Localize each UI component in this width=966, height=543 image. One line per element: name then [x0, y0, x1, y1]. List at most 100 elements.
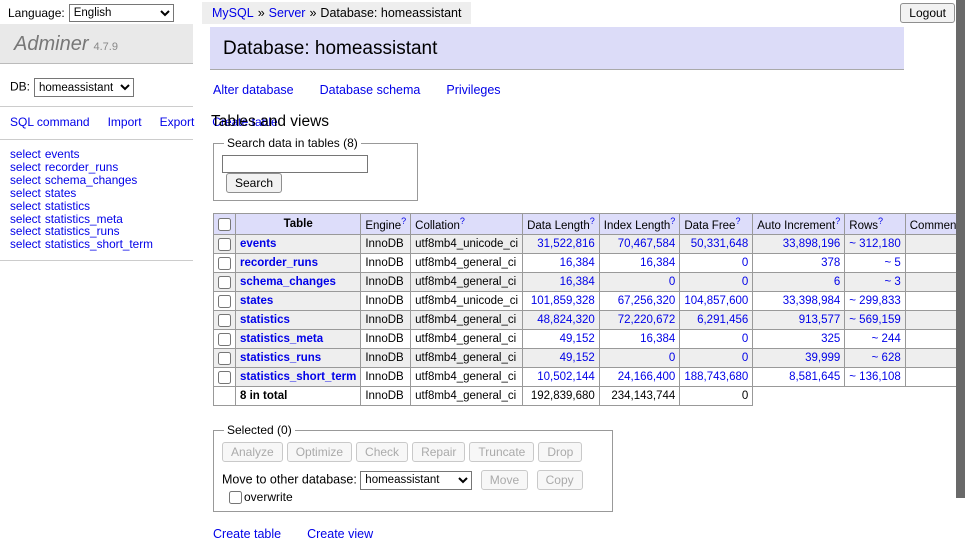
rows-count-link[interactable]: ~ 5	[884, 257, 900, 269]
help-link[interactable]: ?	[835, 216, 840, 226]
select-link[interactable]: select	[10, 160, 41, 174]
rows-count-link[interactable]: ~ 136,108	[849, 371, 900, 383]
bulk-action-button[interactable]: Analyze	[222, 442, 283, 462]
database-action-link[interactable]: Alter database	[213, 83, 294, 97]
help-link[interactable]: ?	[590, 216, 595, 226]
row-checkbox[interactable]	[218, 352, 231, 365]
table-link[interactable]: events	[45, 147, 80, 161]
sidebar-nav-link[interactable]: Export	[160, 115, 195, 129]
data-free-link[interactable]: 0	[742, 352, 748, 364]
table-link[interactable]: recorder_runs	[45, 160, 118, 174]
select-link[interactable]: select	[10, 212, 41, 226]
help-link[interactable]: ?	[460, 216, 465, 226]
rows-count-link[interactable]: ~ 244	[872, 333, 901, 345]
data-length-link[interactable]: 101,859,328	[531, 295, 595, 307]
table-name-link[interactable]: events	[240, 238, 276, 250]
data-length-link[interactable]: 49,152	[560, 352, 595, 364]
sidebar-nav-link[interactable]: Import	[108, 115, 142, 129]
database-action-link[interactable]: Database schema	[320, 83, 421, 97]
select-link[interactable]: select	[10, 186, 41, 200]
table-name-link[interactable]: statistics	[240, 314, 290, 326]
table-link[interactable]: statistics_short_term	[45, 237, 153, 251]
auto-increment-link[interactable]: 33,898,196	[783, 238, 841, 250]
help-link[interactable]: ?	[401, 216, 406, 226]
data-free-link[interactable]: 0	[742, 333, 748, 345]
data-free-link[interactable]: 0	[742, 257, 748, 269]
move-db-select[interactable]: homeassistant	[360, 471, 472, 490]
bulk-action-button[interactable]: Check	[356, 442, 408, 462]
data-free-link[interactable]: 188,743,680	[684, 371, 748, 383]
row-checkbox[interactable]	[218, 371, 231, 384]
bulk-action-button[interactable]: Drop	[538, 442, 582, 462]
data-length-link[interactable]: 10,502,144	[537, 371, 595, 383]
help-link[interactable]: ?	[878, 216, 883, 226]
index-length-link[interactable]: 0	[669, 276, 675, 288]
data-length-link[interactable]: 16,384	[560, 257, 595, 269]
index-length-link[interactable]: 24,166,400	[618, 371, 676, 383]
table-name-link[interactable]: statistics_meta	[240, 333, 323, 345]
db-select[interactable]: homeassistant	[34, 78, 134, 97]
table-link[interactable]: schema_changes	[45, 173, 137, 187]
index-length-link[interactable]: 0	[669, 352, 675, 364]
copy-button[interactable]: Copy	[537, 470, 583, 490]
row-checkbox[interactable]	[218, 238, 231, 251]
logout-button[interactable]: Logout	[900, 3, 955, 23]
bulk-action-button[interactable]: Truncate	[469, 442, 534, 462]
table-link[interactable]: statistics_runs	[45, 224, 120, 238]
data-free-link[interactable]: 0	[742, 276, 748, 288]
table-name-link[interactable]: statistics_short_term	[240, 371, 356, 383]
search-input[interactable]	[222, 155, 368, 173]
table-name-link[interactable]: schema_changes	[240, 276, 336, 288]
index-length-link[interactable]: 70,467,584	[618, 238, 676, 250]
data-free-link[interactable]: 104,857,600	[684, 295, 748, 307]
index-length-link[interactable]: 16,384	[640, 333, 675, 345]
rows-count-link[interactable]: ~ 628	[872, 352, 901, 364]
index-length-link[interactable]: 67,256,320	[618, 295, 676, 307]
auto-increment-link[interactable]: 33,398,984	[783, 295, 841, 307]
rows-count-link[interactable]: ~ 312,180	[849, 238, 900, 250]
auto-increment-link[interactable]: 378	[821, 257, 840, 269]
row-checkbox[interactable]	[218, 257, 231, 270]
index-length-link[interactable]: 72,220,672	[618, 314, 676, 326]
select-all-checkbox[interactable]	[218, 218, 231, 231]
select-link[interactable]: select	[10, 173, 41, 187]
bulk-action-button[interactable]: Optimize	[287, 442, 352, 462]
select-link[interactable]: select	[10, 199, 41, 213]
data-free-link[interactable]: 6,291,456	[697, 314, 748, 326]
bulk-action-button[interactable]: Repair	[412, 442, 465, 462]
data-free-link[interactable]: 50,331,648	[691, 238, 749, 250]
data-length-link[interactable]: 48,824,320	[537, 314, 595, 326]
help-link[interactable]: ?	[670, 216, 675, 226]
create-link[interactable]: Create table	[213, 527, 281, 541]
auto-increment-link[interactable]: 913,577	[799, 314, 841, 326]
table-name-link[interactable]: states	[240, 295, 273, 307]
auto-increment-link[interactable]: 8,581,645	[789, 371, 840, 383]
auto-increment-link[interactable]: 6	[834, 276, 840, 288]
select-link[interactable]: select	[10, 224, 41, 238]
create-link[interactable]: Create view	[307, 527, 373, 541]
table-name-link[interactable]: recorder_runs	[240, 257, 318, 269]
overwrite-checkbox[interactable]	[229, 491, 242, 504]
select-link[interactable]: select	[10, 147, 41, 161]
index-length-link[interactable]: 16,384	[640, 257, 675, 269]
table-link[interactable]: states	[45, 186, 76, 200]
rows-count-link[interactable]: ~ 569,159	[849, 314, 900, 326]
data-length-link[interactable]: 31,522,816	[537, 238, 595, 250]
row-checkbox[interactable]	[218, 276, 231, 289]
scrollbar-thumb[interactable]	[956, 0, 965, 498]
row-checkbox[interactable]	[218, 314, 231, 327]
data-length-link[interactable]: 49,152	[560, 333, 595, 345]
table-link[interactable]: statistics	[45, 199, 90, 213]
rows-count-link[interactable]: ~ 3	[884, 276, 900, 288]
app-version-link[interactable]: 4.7.9	[93, 41, 117, 53]
help-link[interactable]: ?	[735, 216, 740, 226]
select-link[interactable]: select	[10, 237, 41, 251]
table-link[interactable]: statistics_meta	[45, 212, 123, 226]
auto-increment-link[interactable]: 325	[821, 333, 840, 345]
auto-increment-link[interactable]: 39,999	[805, 352, 840, 364]
table-name-link[interactable]: statistics_runs	[240, 352, 321, 364]
move-button[interactable]: Move	[481, 470, 528, 490]
database-action-link[interactable]: Privileges	[446, 83, 500, 97]
search-button[interactable]: Search	[226, 173, 282, 193]
rows-count-link[interactable]: ~ 299,833	[849, 295, 900, 307]
